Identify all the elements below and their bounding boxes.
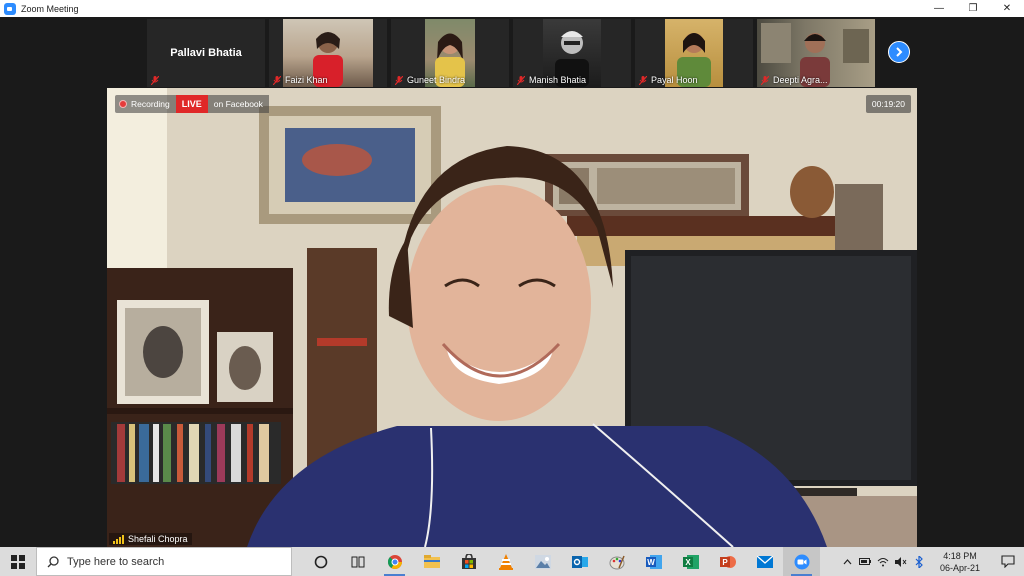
zoom-icon[interactable] (783, 547, 820, 576)
recording-label: Recording (131, 99, 170, 109)
bluetooth-icon[interactable] (910, 547, 928, 576)
participant-tile[interactable]: Payal Hoon (635, 19, 753, 87)
speaker-video: Recording LIVE on Facebook 00:19:20 Shef… (107, 88, 917, 547)
photos-icon[interactable] (524, 547, 561, 576)
zoom-app-icon (4, 2, 16, 15)
window-title: Zoom Meeting (21, 3, 79, 14)
outlook-icon[interactable] (561, 547, 598, 576)
taskbar-search[interactable] (36, 547, 292, 576)
muted-mic-icon (761, 75, 769, 85)
file-explorer-icon[interactable] (413, 547, 450, 576)
cortana-icon[interactable] (302, 547, 339, 576)
speaker-label: Shefali Chopra (109, 533, 192, 545)
speaker-name: Shefali Chopra (128, 534, 188, 544)
muted-mic-icon (273, 75, 281, 85)
participant-name: Payal Hoon (651, 75, 698, 85)
chrome-icon[interactable] (376, 547, 413, 576)
restore-button[interactable]: ❐ (956, 0, 990, 17)
participant-tile[interactable]: Faizi Khan (269, 19, 387, 87)
store-icon[interactable] (450, 547, 487, 576)
minimize-button[interactable]: — (922, 0, 956, 17)
chevron-right-icon (896, 47, 903, 57)
taskbar: W X P 4:18 PM 06-Apr-21 (0, 547, 1024, 576)
search-icon (47, 555, 59, 567)
task-view-icon[interactable] (339, 547, 376, 576)
close-button[interactable]: ✕ (990, 0, 1024, 17)
muted-mic-icon (517, 75, 525, 85)
svg-text:W: W (647, 558, 655, 567)
muted-mic-icon (395, 75, 403, 85)
participant-name: Faizi Khan (285, 75, 328, 85)
system-tray: 4:18 PM 06-Apr-21 (838, 547, 1024, 576)
participant-tile[interactable]: Deepti Agra... (757, 19, 875, 87)
participant-name: Manish Bhatia (529, 75, 587, 85)
search-input[interactable] (67, 555, 267, 568)
mail-icon[interactable] (746, 547, 783, 576)
meeting-timer: 00:19:20 (865, 95, 911, 113)
gallery-strip: Pallavi Bhatia Faizi Khan Guneet Bindra … (0, 17, 1024, 88)
notification-center-icon[interactable] (992, 547, 1024, 576)
title-bar: Zoom Meeting — ❐ ✕ (0, 0, 1024, 17)
vlc-icon[interactable] (487, 547, 524, 576)
muted-mic-icon (151, 76, 159, 85)
muted-mic-icon (639, 75, 647, 85)
live-badge: LIVE (175, 95, 208, 113)
participant-name: Pallavi Bhatia (170, 47, 242, 59)
clock-date: 06-Apr-21 (939, 562, 981, 573)
recording-dot-icon (119, 100, 127, 108)
clock-time: 4:18 PM (943, 550, 977, 561)
windows-logo-icon (11, 554, 25, 569)
participant-name: Deepti Agra... (773, 75, 828, 85)
powerpoint-icon[interactable]: P (709, 547, 746, 576)
participant-tile[interactable]: Guneet Bindra (391, 19, 509, 87)
volume-muted-icon[interactable] (892, 547, 910, 576)
battery-icon[interactable] (856, 547, 874, 576)
chevron-up-icon[interactable] (838, 547, 856, 576)
svg-text:P: P (722, 558, 728, 567)
wifi-icon[interactable] (874, 547, 892, 576)
participant-tile-name-only[interactable]: Pallavi Bhatia (147, 19, 265, 87)
speaker-video-frame (107, 88, 917, 547)
start-button[interactable] (0, 547, 36, 576)
paint-icon[interactable] (598, 547, 635, 576)
signal-strength-icon (113, 534, 124, 544)
svg-text:X: X (685, 558, 691, 567)
recording-status: Recording LIVE on Facebook (115, 95, 269, 113)
recording-pill[interactable]: Recording (115, 95, 176, 113)
participant-tile[interactable]: Manish Bhatia (513, 19, 631, 87)
stream-destination[interactable]: on Facebook (207, 95, 269, 113)
next-page-button[interactable] (888, 41, 910, 63)
participant-name: Guneet Bindra (407, 75, 466, 85)
excel-icon[interactable]: X (672, 547, 709, 576)
word-icon[interactable]: W (635, 547, 672, 576)
taskbar-clock[interactable]: 4:18 PM 06-Apr-21 (928, 550, 992, 574)
